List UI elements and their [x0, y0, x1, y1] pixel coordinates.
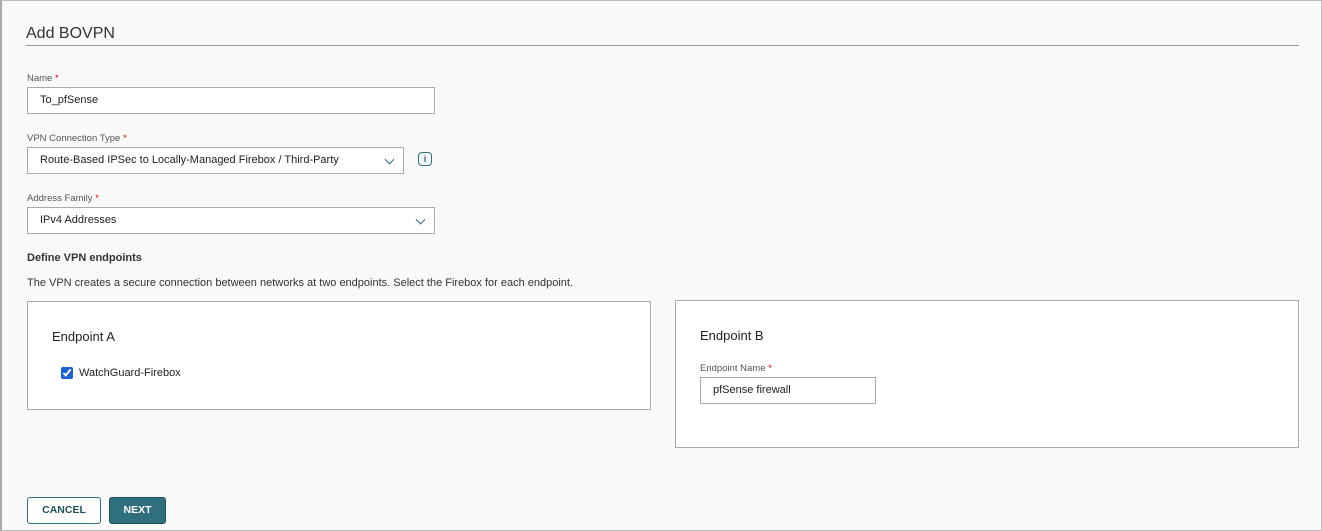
page-title: Add BOVPN	[26, 25, 115, 42]
address-family-label: Address Family *	[27, 193, 99, 204]
endpoint-name-label: Endpoint Name *	[700, 363, 772, 374]
divider	[26, 45, 1299, 46]
info-icon[interactable]: i	[418, 152, 432, 166]
address-family-select[interactable]: IPv4 Addresses	[27, 207, 435, 234]
endpoint-name-input[interactable]: pfSense firewall	[700, 377, 876, 404]
endpoint-a-card: Endpoint A WatchGuard-Firebox	[27, 301, 651, 410]
endpoint-b-title: Endpoint B	[700, 328, 764, 343]
name-input[interactable]: To_pfSense	[27, 87, 435, 114]
watchguard-firebox-checkbox[interactable]: WatchGuard-Firebox	[61, 367, 181, 379]
endpoint-b-card: Endpoint B Endpoint Name * pfSense firew…	[675, 300, 1299, 448]
connection-type-label: VPN Connection Type *	[27, 133, 127, 144]
cancel-button[interactable]: CANCEL	[27, 497, 101, 524]
next-button[interactable]: NEXT	[109, 497, 166, 524]
name-label: Name *	[27, 73, 59, 84]
chevron-down-icon	[384, 154, 395, 165]
page: Add BOVPN Name * To_pfSense VPN Connecti…	[0, 0, 1322, 531]
endpoints-heading: Define VPN endpoints	[27, 252, 142, 264]
endpoints-description: The VPN creates a secure connection betw…	[27, 277, 574, 289]
endpoint-a-title: Endpoint A	[52, 329, 115, 344]
checkbox-label: WatchGuard-Firebox	[79, 367, 181, 379]
checkbox[interactable]	[61, 367, 73, 379]
connection-type-select[interactable]: Route-Based IPSec to Locally-Managed Fir…	[27, 147, 404, 174]
chevron-down-icon	[415, 214, 426, 225]
